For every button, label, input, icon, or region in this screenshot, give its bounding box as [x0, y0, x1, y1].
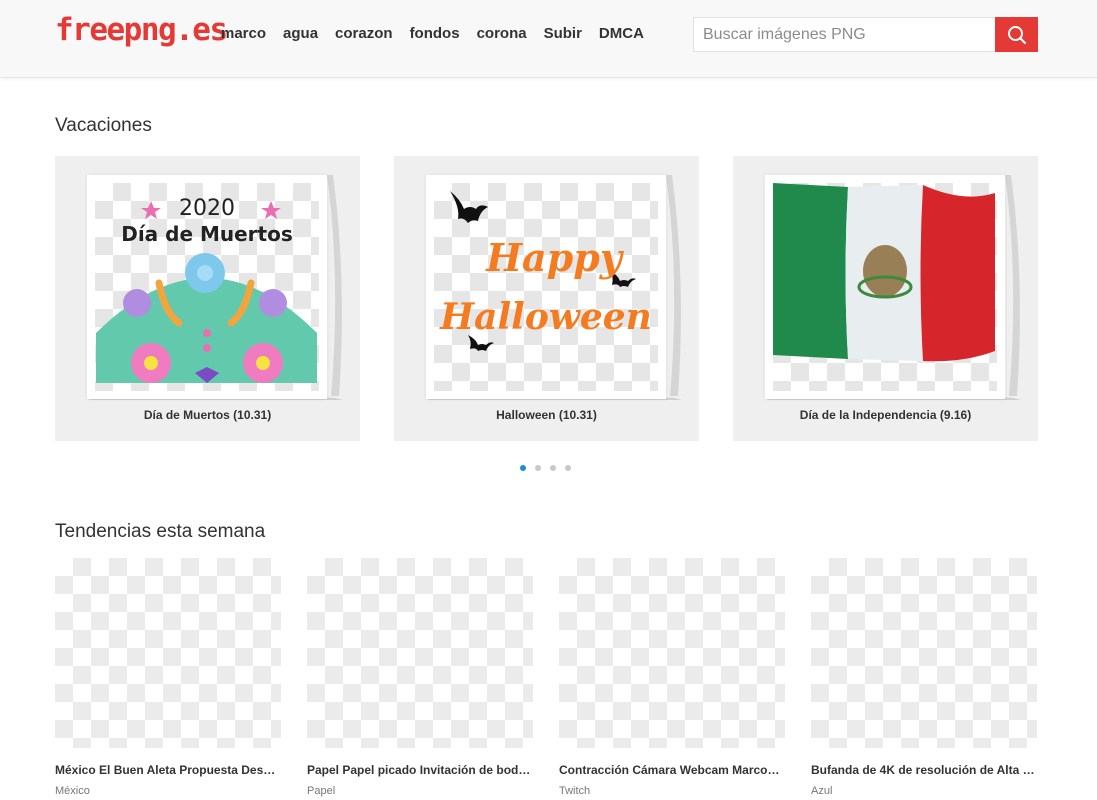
holiday-card-dia-de-muertos[interactable]: 2020 Día de Muertos Día de Muertos (10.3…	[55, 156, 360, 441]
nav-link-corazon[interactable]: corazon	[335, 25, 393, 42]
site-header: freepng.es marco agua corazon fondos cor…	[0, 0, 1097, 78]
trend-title[interactable]: México El Buen Aleta Propuesta Des…	[55, 763, 281, 777]
nav-link-subir[interactable]: Subir	[544, 25, 582, 42]
carousel-dot-3[interactable]	[550, 465, 556, 471]
nav-link-fondos[interactable]: fondos	[410, 25, 460, 42]
holiday-card-halloween[interactable]: Happy Halloween Halloween (10.31)	[394, 156, 699, 441]
trend-title[interactable]: Papel Papel picado Invitación de bod…	[307, 763, 533, 777]
holiday-caption: Día de la Independencia (9.16)	[799, 408, 972, 422]
search-icon	[1007, 25, 1026, 44]
trend-card[interactable]: Contracción Cámara Webcam Marco… Twitch	[559, 558, 785, 797]
holidays-section-title: Vacaciones	[55, 115, 152, 136]
image-title-text: Día de Muertos	[121, 222, 293, 246]
trend-card[interactable]: Papel Papel picado Invitación de bod… Pa…	[307, 558, 533, 797]
image-title-text: Halloween	[439, 296, 652, 338]
coat-of-arms-icon	[863, 245, 907, 297]
trend-card[interactable]: Bufanda de 4K de resolución de Alta … Az…	[811, 558, 1037, 797]
search-bar	[693, 17, 1038, 52]
image-title-text: Happy	[485, 235, 625, 280]
holiday-image-frame: 2020 Día de Muertos	[87, 175, 327, 399]
search-button[interactable]	[995, 17, 1038, 52]
holiday-image: 2020 Día de Muertos	[95, 183, 319, 391]
nav-link-corona[interactable]: corona	[477, 25, 527, 42]
nav-link-dmca[interactable]: DMCA	[599, 25, 644, 42]
dia-de-muertos-illustration: 2020 Día de Muertos	[96, 196, 317, 383]
carousel-dot-2[interactable]	[535, 465, 541, 471]
carousel-dot-1[interactable]	[520, 465, 526, 471]
bat-icon	[450, 191, 488, 223]
holiday-image-frame: Happy Halloween	[426, 175, 666, 399]
trend-tag[interactable]: Twitch	[559, 785, 785, 797]
mexico-flag-illustration	[773, 183, 995, 362]
trend-tag[interactable]: México	[55, 785, 281, 797]
main-nav: marco agua corazon fondos corona Subir D…	[221, 25, 661, 42]
nav-link-marco[interactable]: marco	[221, 25, 266, 42]
nav-link-agua[interactable]: agua	[283, 25, 318, 42]
image-year-text: 2020	[179, 196, 235, 221]
trend-image[interactable]	[811, 558, 1037, 748]
holiday-caption: Halloween (10.31)	[496, 408, 597, 422]
carousel-pagination	[520, 465, 571, 471]
holiday-image	[773, 183, 997, 391]
trend-title[interactable]: Bufanda de 4K de resolución de Alta …	[811, 763, 1037, 777]
trend-tag[interactable]: Azul	[811, 785, 1037, 797]
holiday-image-frame	[765, 175, 1005, 399]
trend-image[interactable]	[307, 558, 533, 748]
halloween-illustration: Happy Halloween	[439, 191, 652, 351]
trend-title[interactable]: Contracción Cámara Webcam Marco…	[559, 763, 785, 777]
holiday-card-independencia[interactable]: Día de la Independencia (9.16)	[733, 156, 1038, 441]
trending-section-title: Tendencias esta semana	[55, 521, 266, 542]
trend-image[interactable]	[55, 558, 281, 748]
trend-image[interactable]	[559, 558, 785, 748]
holiday-caption: Día de Muertos (10.31)	[143, 408, 272, 422]
trend-card[interactable]: México El Buen Aleta Propuesta Des… Méxi…	[55, 558, 281, 797]
site-logo[interactable]: freepng.es	[55, 12, 228, 48]
holiday-image: Happy Halloween	[434, 183, 658, 391]
trend-tag[interactable]: Papel	[307, 785, 533, 797]
search-input[interactable]	[693, 17, 995, 52]
carousel-dot-4[interactable]	[565, 465, 571, 471]
